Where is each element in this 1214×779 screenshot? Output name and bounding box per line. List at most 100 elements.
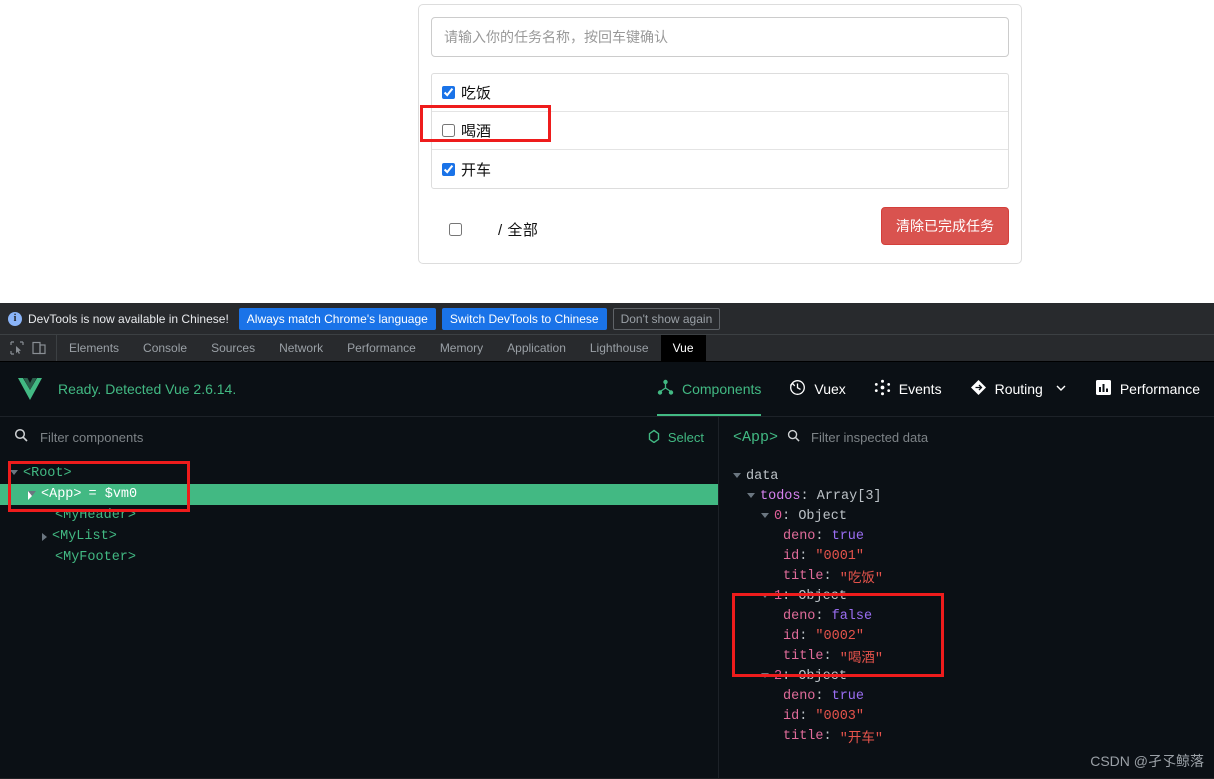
vue-filter-row: Select <App> [0, 417, 1214, 458]
filter-inspected-data-input[interactable] [809, 429, 1010, 446]
chevron-down-icon[interactable] [1055, 381, 1067, 397]
data-key: title [783, 648, 824, 664]
chevron-down-icon[interactable] [761, 592, 769, 602]
todo-count-label: / 全部 [498, 221, 539, 239]
data-type: Object [798, 588, 847, 604]
todo-checkbox[interactable] [442, 86, 455, 99]
tree-node-vm-ref: = $vm0 [88, 487, 138, 502]
vue-nav-routing[interactable]: Routing [956, 362, 1081, 416]
data-prop: deno: false [783, 608, 873, 624]
data-key: deno [783, 608, 816, 624]
vuex-clock-icon [789, 379, 806, 399]
routing-diamond-icon [970, 379, 987, 399]
data-prop: id: "0003" [783, 708, 865, 724]
vue-nav-events[interactable]: Events [860, 362, 956, 416]
chevron-down-icon[interactable] [761, 672, 769, 682]
new-todo-input[interactable] [431, 17, 1009, 57]
data-prop: id: "0001" [783, 548, 865, 564]
tab-elements[interactable]: Elements [57, 335, 131, 361]
todo-app-page: 吃饭 喝酒 开车 / 全部 清除已完成任务 [0, 0, 1214, 303]
clear-completed-button[interactable]: 清除已完成任务 [881, 207, 1009, 245]
chevron-right-icon[interactable] [42, 532, 47, 541]
list-item[interactable]: 开车 [432, 150, 1008, 188]
data-node-item[interactable]: 1: Object [719, 586, 1214, 606]
vue-nav-label: Vuex [814, 381, 846, 397]
filter-components-input[interactable] [38, 429, 238, 446]
data-node-item[interactable]: 2: Object [719, 666, 1214, 686]
select-label: Select [667, 430, 704, 445]
tree-node-root[interactable]: <Root> [0, 463, 718, 484]
tree-node-mylist[interactable]: <MyList> [0, 526, 718, 547]
components-filter-area: Select [0, 417, 719, 458]
data-prop: deno: true [783, 688, 865, 704]
todo-label: 喝酒 [461, 123, 492, 140]
data-index: 0 [774, 508, 783, 524]
search-icon [14, 428, 28, 447]
data-value: "0001" [815, 548, 865, 564]
data-value: true [831, 688, 865, 704]
tree-node-myheader[interactable]: <MyHeader> [0, 505, 718, 526]
data-label: data [746, 468, 779, 484]
data-node-todos[interactable]: todos: Array[3] [719, 486, 1214, 506]
tree-node-myfooter[interactable]: <MyFooter> [0, 547, 718, 568]
tree-node-app[interactable]: <App> = $vm0 [0, 484, 718, 505]
tree-node-label: <MyList> [52, 529, 117, 544]
tab-performance[interactable]: Performance [335, 335, 428, 361]
tab-memory[interactable]: Memory [428, 335, 495, 361]
vue-nav-components[interactable]: Components [643, 362, 775, 416]
chevron-down-icon[interactable] [761, 512, 769, 522]
data-key: id [783, 628, 800, 644]
device-toolbar-icon[interactable] [32, 341, 46, 355]
data-value: "喝酒" [839, 651, 883, 667]
devtools-tab-strip: Elements Console Sources Network Perform… [0, 335, 1214, 362]
devtools-tool-icons [0, 335, 57, 361]
data-key: todos [760, 488, 801, 504]
data-prop: title: "开车" [719, 726, 1214, 747]
data-key: id [783, 548, 800, 564]
data-value: "开车" [839, 731, 883, 747]
list-item[interactable]: 喝酒 [432, 112, 1008, 150]
tab-application[interactable]: Application [495, 335, 578, 361]
chevron-down-icon[interactable] [10, 470, 18, 479]
vue-nav-label: Events [898, 381, 942, 397]
data-node-data[interactable]: data [719, 466, 1214, 486]
vue-nav-label: Routing [994, 381, 1043, 397]
data-key: deno [783, 688, 816, 704]
select-component-button[interactable]: Select [647, 429, 704, 446]
vue-nav-label: Performance [1119, 381, 1200, 397]
performance-bars-icon [1095, 379, 1112, 399]
inspected-data-tree: data todos: Array[3] 0: Object deno: tru… [719, 458, 1214, 778]
tree-node-label: <MyHeader> [55, 508, 137, 523]
vue-panel-header: Ready. Detected Vue 2.6.14. Components V… [0, 362, 1214, 417]
tab-network[interactable]: Network [267, 335, 335, 361]
data-node-item[interactable]: 0: Object [719, 506, 1214, 526]
chevron-down-icon[interactable] [28, 491, 36, 500]
todo-label: 开车 [461, 161, 492, 179]
chevron-down-icon[interactable] [747, 492, 755, 502]
vue-panel-body: <Root> <App> = $vm0 <MyHeader> <MyList> … [0, 458, 1214, 778]
tab-vue[interactable]: Vue [660, 335, 706, 361]
search-icon [787, 429, 800, 447]
data-key: title [783, 728, 824, 744]
data-value: true [831, 528, 865, 544]
vue-nav-performance[interactable]: Performance [1081, 362, 1214, 416]
todo-checkbox[interactable] [442, 162, 455, 176]
data-value: "0002" [815, 628, 865, 644]
tab-sources[interactable]: Sources [199, 335, 267, 361]
select-all-checkbox[interactable] [449, 222, 462, 236]
banner-message: DevTools is now available in Chinese! [28, 311, 229, 326]
vue-nav-vuex[interactable]: Vuex [775, 362, 859, 416]
inspector-filter-area: <App> [719, 417, 1214, 458]
tab-lighthouse[interactable]: Lighthouse [578, 335, 661, 361]
tab-console[interactable]: Console [131, 335, 199, 361]
data-value: false [831, 608, 873, 624]
switch-to-chinese-button[interactable]: Switch DevTools to Chinese [441, 307, 607, 330]
todo-list: 吃饭 喝酒 开车 [431, 73, 1009, 189]
todo-checkbox[interactable] [442, 124, 455, 137]
always-match-language-button[interactable]: Always match Chrome's language [238, 307, 436, 330]
data-type: Array[3] [816, 488, 882, 504]
list-item[interactable]: 吃饭 [432, 74, 1008, 112]
dont-show-again-button[interactable]: Don't show again [612, 307, 721, 330]
inspect-element-icon[interactable] [10, 341, 24, 355]
chevron-down-icon[interactable] [733, 472, 741, 482]
